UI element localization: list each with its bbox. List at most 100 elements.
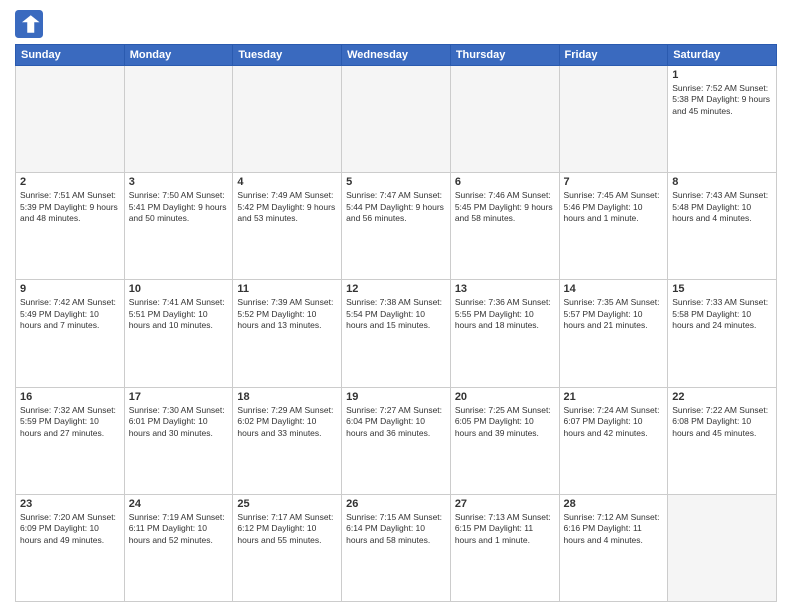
day-number: 19 xyxy=(346,391,446,403)
day-cell: 3 Sunrise: 7:50 AM Sunset: 5:41 PM Daylig… xyxy=(124,173,233,280)
day-number: 13 xyxy=(455,283,555,295)
day-info: Sunrise: 7:36 AM Sunset: 5:55 PM Dayligh… xyxy=(455,297,555,331)
day-cell xyxy=(124,66,233,173)
day-cell: 27Sunrise: 7:13 AM Sunset: 6:15 PM Dayli… xyxy=(450,494,559,601)
day-number: 28 xyxy=(564,498,664,510)
day-cell xyxy=(342,66,451,173)
day-cell: 19 Sunrise: 7:27 AM Sunset: 6:04 PM Dayli… xyxy=(342,387,451,494)
day-cell: 6 Sunrise: 7:46 AM Sunset: 5:45 PM Daylig… xyxy=(450,173,559,280)
day-info: Sunrise: 7:42 AM Sunset: 5:49 PM Dayligh… xyxy=(20,297,120,331)
day-cell: 23Sunrise: 7:20 AM Sunset: 6:09 PM Dayli… xyxy=(16,494,125,601)
day-cell: 10 Sunrise: 7:41 AM Sunset: 5:51 PM Dayli… xyxy=(124,280,233,387)
day-cell: 7 Sunrise: 7:45 AM Sunset: 5:46 PM Daylig… xyxy=(559,173,668,280)
day-number: 12 xyxy=(346,283,446,295)
day-number: 26 xyxy=(346,498,446,510)
day-cell: 4 Sunrise: 7:49 AM Sunset: 5:42 PM Daylig… xyxy=(233,173,342,280)
logo xyxy=(15,10,47,38)
day-number: 7 xyxy=(564,176,664,188)
day-number: 10 xyxy=(129,283,229,295)
calendar-header: SundayMondayTuesdayWednesdayThursdayFrid… xyxy=(16,45,777,66)
day-number: 1 xyxy=(672,69,772,81)
day-cell xyxy=(233,66,342,173)
weekday-header-thursday: Thursday xyxy=(450,45,559,66)
day-number: 4 xyxy=(237,176,337,188)
day-number: 16 xyxy=(20,391,120,403)
day-info: Sunrise: 7:52 AM Sunset: 5:38 PM Dayligh… xyxy=(672,83,772,117)
day-info: Sunrise: 7:19 AM Sunset: 6:11 PM Dayligh… xyxy=(129,512,229,546)
day-info: Sunrise: 7:15 AM Sunset: 6:14 PM Dayligh… xyxy=(346,512,446,546)
day-number: 17 xyxy=(129,391,229,403)
weekday-header-sunday: Sunday xyxy=(16,45,125,66)
day-info: Sunrise: 7:41 AM Sunset: 5:51 PM Dayligh… xyxy=(129,297,229,331)
day-info: Sunrise: 7:47 AM Sunset: 5:44 PM Dayligh… xyxy=(346,190,446,224)
day-info: Sunrise: 7:38 AM Sunset: 5:54 PM Dayligh… xyxy=(346,297,446,331)
day-number: 14 xyxy=(564,283,664,295)
day-number: 20 xyxy=(455,391,555,403)
day-cell: 28 Sunrise: 7:12 AM Sunset: 6:16 PM Dayli… xyxy=(559,494,668,601)
calendar-body: 1 Sunrise: 7:52 AM Sunset: 5:38 PM Daylig… xyxy=(16,66,777,602)
day-info: Sunrise: 7:49 AM Sunset: 5:42 PM Dayligh… xyxy=(237,190,337,224)
day-cell: 2 Sunrise: 7:51 AM Sunset: 5:39 PM Daylig… xyxy=(16,173,125,280)
day-info: Sunrise: 7:17 AM Sunset: 6:12 PM Dayligh… xyxy=(237,512,337,546)
week-row-4: 16 Sunrise: 7:32 AM Sunset: 5:59 PM Dayli… xyxy=(16,387,777,494)
day-info: Sunrise: 7:45 AM Sunset: 5:46 PM Dayligh… xyxy=(564,190,664,224)
day-info: Sunrise: 7:27 AM Sunset: 6:04 PM Dayligh… xyxy=(346,405,446,439)
day-cell: 25 Sunrise: 7:17 AM Sunset: 6:12 PM Dayli… xyxy=(233,494,342,601)
weekday-row: SundayMondayTuesdayWednesdayThursdayFrid… xyxy=(16,45,777,66)
day-cell: 15Sunrise: 7:33 AM Sunset: 5:58 PM Dayli… xyxy=(668,280,777,387)
day-number: 24 xyxy=(129,498,229,510)
day-info: Sunrise: 7:50 AM Sunset: 5:41 PM Dayligh… xyxy=(129,190,229,224)
day-number: 6 xyxy=(455,176,555,188)
day-info: Sunrise: 7:51 AM Sunset: 5:39 PM Dayligh… xyxy=(20,190,120,224)
weekday-header-wednesday: Wednesday xyxy=(342,45,451,66)
day-info: Sunrise: 7:25 AM Sunset: 6:05 PM Dayligh… xyxy=(455,405,555,439)
page: SundayMondayTuesdayWednesdayThursdayFrid… xyxy=(0,0,792,612)
day-info: Sunrise: 7:35 AM Sunset: 5:57 PM Dayligh… xyxy=(564,297,664,331)
day-number: 25 xyxy=(237,498,337,510)
day-number: 3 xyxy=(129,176,229,188)
day-number: 22 xyxy=(672,391,772,403)
day-cell: 21 Sunrise: 7:24 AM Sunset: 6:07 PM Dayli… xyxy=(559,387,668,494)
day-number: 15 xyxy=(672,283,772,295)
day-cell: 13 Sunrise: 7:36 AM Sunset: 5:55 PM Dayli… xyxy=(450,280,559,387)
weekday-header-saturday: Saturday xyxy=(668,45,777,66)
day-cell xyxy=(450,66,559,173)
weekday-header-friday: Friday xyxy=(559,45,668,66)
week-row-1: 1 Sunrise: 7:52 AM Sunset: 5:38 PM Daylig… xyxy=(16,66,777,173)
week-row-3: 9Sunrise: 7:42 AM Sunset: 5:49 PM Daylig… xyxy=(16,280,777,387)
day-info: Sunrise: 7:46 AM Sunset: 5:45 PM Dayligh… xyxy=(455,190,555,224)
day-cell xyxy=(16,66,125,173)
weekday-header-monday: Monday xyxy=(124,45,233,66)
week-row-2: 2 Sunrise: 7:51 AM Sunset: 5:39 PM Daylig… xyxy=(16,173,777,280)
day-info: Sunrise: 7:24 AM Sunset: 6:07 PM Dayligh… xyxy=(564,405,664,439)
day-cell: 26 Sunrise: 7:15 AM Sunset: 6:14 PM Dayli… xyxy=(342,494,451,601)
week-row-5: 23Sunrise: 7:20 AM Sunset: 6:09 PM Dayli… xyxy=(16,494,777,601)
day-cell: 1 Sunrise: 7:52 AM Sunset: 5:38 PM Daylig… xyxy=(668,66,777,173)
day-cell: 8 Sunrise: 7:43 AM Sunset: 5:48 PM Daylig… xyxy=(668,173,777,280)
day-cell: 16 Sunrise: 7:32 AM Sunset: 5:59 PM Dayli… xyxy=(16,387,125,494)
day-info: Sunrise: 7:22 AM Sunset: 6:08 PM Dayligh… xyxy=(672,405,772,439)
weekday-header-tuesday: Tuesday xyxy=(233,45,342,66)
day-info: Sunrise: 7:39 AM Sunset: 5:52 PM Dayligh… xyxy=(237,297,337,331)
day-cell xyxy=(559,66,668,173)
day-cell: 18 Sunrise: 7:29 AM Sunset: 6:02 PM Dayli… xyxy=(233,387,342,494)
day-cell: 24 Sunrise: 7:19 AM Sunset: 6:11 PM Dayli… xyxy=(124,494,233,601)
day-number: 8 xyxy=(672,176,772,188)
day-cell: 11Sunrise: 7:39 AM Sunset: 5:52 PM Dayli… xyxy=(233,280,342,387)
day-info: Sunrise: 7:29 AM Sunset: 6:02 PM Dayligh… xyxy=(237,405,337,439)
day-info: Sunrise: 7:12 AM Sunset: 6:16 PM Dayligh… xyxy=(564,512,664,546)
day-info: Sunrise: 7:43 AM Sunset: 5:48 PM Dayligh… xyxy=(672,190,772,224)
day-cell: 9Sunrise: 7:42 AM Sunset: 5:49 PM Daylig… xyxy=(16,280,125,387)
logo-icon xyxy=(15,10,43,38)
header xyxy=(15,10,777,38)
day-number: 21 xyxy=(564,391,664,403)
day-cell xyxy=(668,494,777,601)
day-cell: 5Sunrise: 7:47 AM Sunset: 5:44 PM Daylig… xyxy=(342,173,451,280)
day-info: Sunrise: 7:30 AM Sunset: 6:01 PM Dayligh… xyxy=(129,405,229,439)
day-number: 2 xyxy=(20,176,120,188)
day-info: Sunrise: 7:32 AM Sunset: 5:59 PM Dayligh… xyxy=(20,405,120,439)
day-number: 18 xyxy=(237,391,337,403)
day-cell: 20 Sunrise: 7:25 AM Sunset: 6:05 PM Dayli… xyxy=(450,387,559,494)
day-info: Sunrise: 7:13 AM Sunset: 6:15 PM Dayligh… xyxy=(455,512,555,546)
day-cell: 12 Sunrise: 7:38 AM Sunset: 5:54 PM Dayli… xyxy=(342,280,451,387)
